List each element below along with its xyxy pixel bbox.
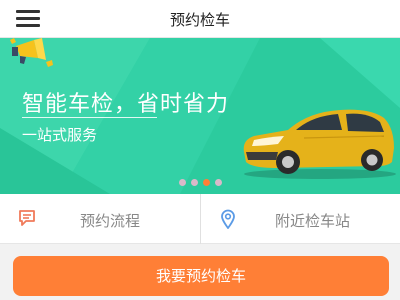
- banner-subtitle: 一站式服务: [22, 126, 98, 144]
- carousel-dot[interactable]: [215, 179, 222, 186]
- banner-title: 智能车检，省时省力: [22, 92, 230, 117]
- promo-banner[interactable]: 智能车检，省时省力 一站式服务: [0, 38, 400, 194]
- megaphone-icon: [10, 38, 53, 67]
- banner-divider: [22, 117, 157, 118]
- quick-links: 预约流程 附近检车站: [0, 194, 400, 244]
- car-image: [243, 109, 396, 179]
- carousel-dot[interactable]: [191, 179, 198, 186]
- nearby-stations-label: 附近检车站: [275, 212, 351, 230]
- message-icon: [19, 210, 35, 226]
- page-title: 预约检车: [169, 11, 230, 29]
- location-pin-icon: [221, 209, 235, 229]
- carousel-dot[interactable]: [179, 179, 186, 186]
- booking-process-link[interactable]: 预约流程: [0, 194, 200, 244]
- carousel-dot-active[interactable]: [203, 179, 210, 186]
- book-inspection-button[interactable]: 我要预约检车: [13, 256, 389, 296]
- booking-process-label: 预约流程: [80, 212, 141, 230]
- top-bar: 预约检车: [0, 0, 400, 38]
- nearby-stations-link[interactable]: 附近检车站: [201, 194, 400, 244]
